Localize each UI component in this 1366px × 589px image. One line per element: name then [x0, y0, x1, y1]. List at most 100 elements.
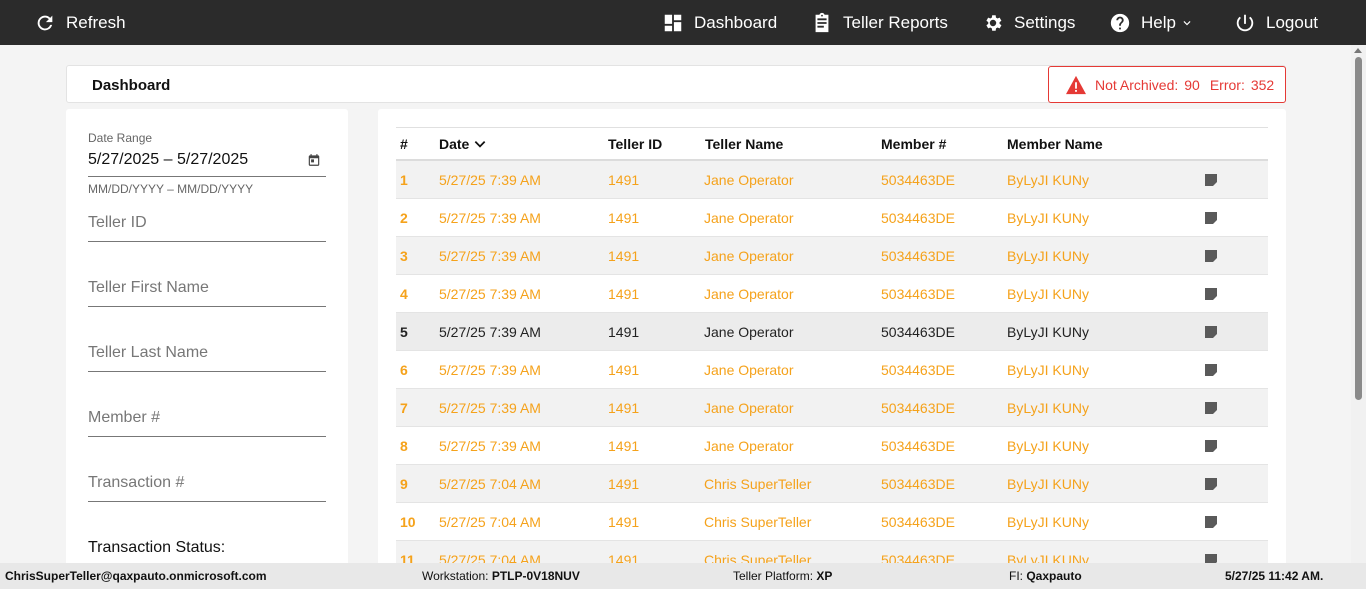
date-range-input[interactable]: 5/27/2025 – 5/27/2025 [88, 151, 248, 169]
row-number: 9 [400, 476, 408, 492]
col-header-date-label: Date [439, 136, 470, 152]
row-member-number: 5034463DE [881, 286, 955, 302]
row-teller-id: 1491 [608, 324, 640, 340]
date-range-underline [88, 176, 326, 177]
note-icon[interactable] [1203, 286, 1219, 302]
teller-id-placeholder: Teller ID [88, 214, 147, 231]
transaction-number-field[interactable]: Transaction # [88, 468, 326, 502]
error-label: Error: [1209, 76, 1245, 93]
transaction-number-placeholder: Transaction # [88, 474, 185, 491]
refresh-button[interactable]: Refresh [34, 0, 126, 45]
teller-id-field[interactable]: Teller ID [88, 208, 326, 242]
row-member-number: 5034463DE [881, 476, 955, 492]
row-member-name: ByLyJI KUNy [1007, 400, 1089, 416]
footer-platform: Teller Platform: XP [733, 569, 832, 583]
row-member-name: ByLyJI KUNy [1007, 210, 1089, 226]
col-header-date[interactable]: Date [439, 136, 487, 152]
row-number: 5 [400, 324, 408, 340]
row-date: 5/27/25 7:39 AM [439, 438, 541, 454]
scroll-up-arrow-icon[interactable] [1354, 48, 1362, 53]
refresh-icon [37, 15, 53, 30]
note-icon[interactable] [1203, 362, 1219, 378]
row-date: 5/27/25 7:39 AM [439, 400, 541, 416]
col-header-member-name[interactable]: Member Name [1007, 136, 1103, 152]
page-scrollbar[interactable] [1351, 45, 1366, 563]
nav-teller-reports[interactable]: Teller Reports [811, 0, 948, 45]
nav-logout[interactable]: Logout [1234, 0, 1318, 45]
table-row[interactable]: 3 5/27/25 7:39 AM 1491 Jane Operator 5034463… [396, 237, 1268, 275]
chevron-down-icon [1183, 20, 1191, 25]
sort-desc-icon [475, 141, 486, 148]
note-icon[interactable] [1203, 324, 1219, 340]
table-row[interactable]: 6 5/27/25 7:39 AM 1491 Jane Operator 5034463… [396, 351, 1268, 389]
col-header-teller-name[interactable]: Teller Name [705, 136, 783, 152]
platform-value: XP [816, 569, 833, 583]
note-icon[interactable] [1203, 438, 1219, 454]
table-row[interactable]: 7 5/27/25 7:39 AM 1491 Jane Operator 5034463… [396, 389, 1268, 427]
platform-label: Teller Platform: [733, 569, 814, 583]
member-number-field[interactable]: Member # [88, 403, 326, 437]
table-row[interactable]: 1 5/27/25 7:39 AM 1491 Jane Operator 5034463… [396, 161, 1268, 199]
calendar-icon[interactable] [307, 153, 321, 167]
clipboard-icon [815, 12, 829, 32]
row-teller-id: 1491 [608, 172, 640, 188]
help-icon [1110, 13, 1130, 32]
note-icon[interactable] [1203, 400, 1219, 416]
table-row[interactable]: 4 5/27/25 7:39 AM 1491 Jane Operator 5034463… [396, 275, 1268, 313]
row-teller-id: 1491 [608, 514, 640, 530]
row-member-name: ByLyJI KUNy [1007, 248, 1089, 264]
row-teller-name: Jane Operator [704, 438, 794, 454]
teller-last-name-field[interactable]: Teller Last Name [88, 338, 326, 372]
row-teller-name: Chris SuperTeller [704, 476, 812, 492]
teller-first-name-placeholder: Teller First Name [88, 279, 209, 296]
scroll-thumb[interactable] [1355, 57, 1362, 400]
top-nav-bar: Refresh Dashboard Teller Reports Setting… [0, 0, 1366, 45]
row-teller-name: Jane Operator [704, 324, 794, 340]
transaction-status-label: Transaction Status: [88, 539, 226, 556]
archive-status-alert[interactable]: Not Archived: 90 Error: 352 [1048, 66, 1286, 103]
table-row[interactable]: 10 5/27/25 7:04 AM 1491 Chris SuperTeller 50… [396, 503, 1268, 541]
table-row[interactable]: 2 5/27/25 7:39 AM 1491 Jane Operator 5034463… [396, 199, 1268, 237]
table-row[interactable]: 5 5/27/25 7:39 AM 1491 Jane Operator 5034463… [396, 313, 1268, 351]
row-member-number: 5034463DE [881, 362, 955, 378]
nav-settings[interactable]: Settings [982, 0, 1075, 45]
note-icon[interactable] [1203, 248, 1219, 264]
nav-dashboard[interactable]: Dashboard [662, 0, 777, 45]
row-number: 1 [400, 172, 408, 188]
row-number: 6 [400, 362, 408, 378]
row-member-number: 5034463DE [881, 172, 955, 188]
note-icon[interactable] [1203, 514, 1219, 530]
nav-help[interactable]: Help [1109, 0, 1194, 45]
note-icon[interactable] [1203, 172, 1219, 188]
row-date: 5/27/25 7:39 AM [439, 248, 541, 264]
footer-datetime: 5/27/25 11:42 AM. [1225, 569, 1323, 583]
row-date: 5/27/25 7:39 AM [439, 286, 541, 302]
row-date: 5/27/25 7:04 AM [439, 476, 541, 492]
teller-first-name-field[interactable]: Teller First Name [88, 273, 326, 307]
warning-icon [1066, 75, 1086, 94]
footer-datetime-value: 5/27/25 11:42 AM. [1225, 569, 1324, 583]
col-header-number[interactable]: # [400, 136, 408, 152]
filter-panel: Date Range 5/27/2025 – 5/27/2025 MM/DD/Y… [66, 109, 348, 579]
table-row[interactable]: 8 5/27/25 7:39 AM 1491 Jane Operator 5034463… [396, 427, 1268, 465]
power-icon [1236, 14, 1254, 31]
table-top-border [396, 127, 1268, 128]
teller-last-name-placeholder: Teller Last Name [88, 344, 209, 361]
row-date: 5/27/25 7:39 AM [439, 210, 541, 226]
row-teller-name: Jane Operator [704, 362, 794, 378]
row-number: 3 [400, 248, 408, 264]
nav-settings-label: Settings [1014, 12, 1076, 32]
page-title: Dashboard [92, 77, 171, 94]
note-icon[interactable] [1203, 210, 1219, 226]
row-teller-id: 1491 [608, 438, 640, 454]
status-footer: ChrisSuperTeller@qaxpauto.onmicrosoft.co… [0, 563, 1366, 589]
nav-logout-label: Logout [1266, 12, 1318, 32]
table-row[interactable]: 9 5/27/25 7:04 AM 1491 Chris SuperTeller 503… [396, 465, 1268, 503]
row-teller-name: Jane Operator [704, 286, 794, 302]
row-teller-name: Jane Operator [704, 248, 794, 264]
row-number: 2 [400, 210, 408, 226]
col-header-member-number[interactable]: Member # [881, 136, 946, 152]
col-header-teller-id[interactable]: Teller ID [608, 136, 662, 152]
note-icon[interactable] [1203, 476, 1219, 492]
row-teller-id: 1491 [608, 362, 640, 378]
